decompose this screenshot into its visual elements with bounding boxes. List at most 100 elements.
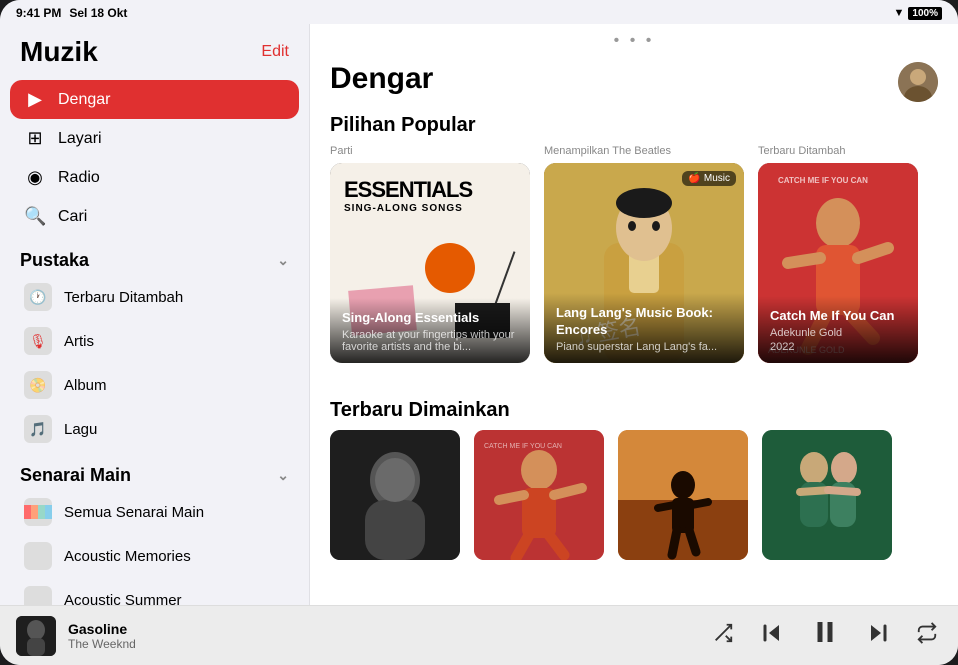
catch-overlay: Catch Me If You Can Adekunle Gold 2022: [758, 296, 918, 363]
essentials-card-wrapper: Parti ESSENTIALS SING-ALONG SONGS: [330, 145, 530, 363]
sidebar-header: Muzik Edit: [0, 36, 309, 80]
sidebar-title: Muzik: [20, 36, 98, 68]
search-icon: 🔍: [24, 206, 46, 227]
catch-year: 2022: [770, 341, 906, 353]
repeat-button[interactable]: [912, 618, 942, 654]
note-icon: 🎵: [24, 415, 52, 443]
recent-card-gasoline[interactable]: [330, 430, 460, 560]
sidebar-label-terbaru: Terbaru Ditambah: [64, 289, 183, 306]
play-pause-button[interactable]: [806, 613, 844, 658]
recent-card-catch2[interactable]: CATCH ME IF YOU CAN: [474, 430, 604, 560]
sidebar-item-cari[interactable]: 🔍 Cari: [10, 197, 299, 236]
acoustic-memories-thumb: [24, 542, 52, 570]
now-playing-bar: Gasoline The Weeknd: [0, 605, 958, 665]
forward-button[interactable]: [862, 617, 894, 655]
essentials-line2: SING-ALONG SONGS: [344, 203, 472, 214]
recent-cards: CATCH ME IF YOU CAN: [330, 430, 938, 560]
senarai-chevron[interactable]: ⌄: [277, 467, 289, 484]
popular-section-title: Pilihan Popular: [310, 114, 958, 145]
sidebar-label-acoustic-summer: Acoustic Summer: [64, 592, 182, 606]
lang-title: Lang Lang's Music Book: Encores: [556, 305, 732, 339]
sidebar-label-acoustic-memories-text: Acoustic Memories: [64, 548, 191, 565]
content-header: Dengar: [310, 54, 958, 114]
lang-card-wrapper: Menampilkan The Beatles: [544, 145, 744, 363]
now-playing-artist: The Weeknd: [68, 637, 696, 651]
recent-card-embrace[interactable]: [762, 430, 892, 560]
wifi-icon: ▼: [894, 7, 905, 19]
sidebar-item-acoustic-summer[interactable]: Acoustic Summer: [10, 578, 299, 605]
sidebar-item-dengar[interactable]: ▶ Dengar: [10, 80, 299, 119]
drag-handle: • • •: [310, 24, 958, 54]
lang-overlay: Lang Lang's Music Book: Encores Piano su…: [544, 293, 744, 363]
radio-icon: ◉: [24, 167, 46, 188]
rewind-button[interactable]: [756, 617, 788, 655]
lang-subtitle: Piano superstar Lang Lang's fa...: [556, 341, 732, 353]
sidebar-label-artis: Artis: [64, 333, 94, 350]
user-avatar[interactable]: [898, 62, 938, 102]
catch-sublabel: Terbaru Ditambah: [758, 145, 918, 157]
essentials-overlay: Sing-Along Essentials Karaoke at your fi…: [330, 298, 530, 363]
page-title: Dengar: [330, 62, 433, 96]
sidebar-item-terbaru[interactable]: 🕐 Terbaru Ditambah: [10, 275, 299, 319]
pustaka-label: Pustaka: [20, 250, 89, 271]
catch-artist: Adekunle Gold: [770, 327, 906, 339]
gasoline-svg: [330, 430, 460, 560]
album-icon: 📀: [24, 371, 52, 399]
essentials-card[interactable]: ESSENTIALS SING-ALONG SONGS: [330, 163, 530, 363]
sidebar-label-semua: Semua Senarai Main: [64, 504, 204, 521]
senarai-label: Senarai Main: [20, 465, 131, 486]
apple-music-label: Music: [704, 173, 730, 184]
play-icon: ▶: [24, 89, 46, 110]
sidebar-label-lagu: Lagu: [64, 421, 97, 438]
embrace-svg: [762, 430, 892, 560]
main-layout: Muzik Edit ▶ Dengar ⊞ Layari ◉ Radio: [0, 24, 958, 605]
gasoline-thumb: [330, 430, 460, 560]
lang-sublabel: Menampilkan The Beatles: [544, 145, 744, 157]
grid-icon: ⊞: [24, 128, 46, 149]
sidebar-item-artis[interactable]: 🎙 Artis: [10, 319, 299, 363]
sidebar-item-radio[interactable]: ◉ Radio: [10, 158, 299, 197]
catch2-svg: CATCH ME IF YOU CAN: [474, 430, 604, 560]
catch-card[interactable]: CATCH ME IF YOU CAN ADEKUNLE GOLD Catch …: [758, 163, 918, 363]
battery-indicator: 100%: [908, 7, 942, 20]
desert-thumb: [618, 430, 748, 560]
status-bar-left: 9:41 PM Sel 18 Okt: [16, 6, 127, 20]
sidebar-label-radio: Radio: [58, 169, 100, 187]
essentials-title: Sing-Along Essentials: [342, 310, 518, 327]
app-frame: 9:41 PM Sel 18 Okt ▼ 100% Muzik Edit ▶ D…: [0, 0, 958, 665]
lang-card[interactable]: ♫ 签名 🍎 Music Lang Lang's Music Book: Enc…: [544, 163, 744, 363]
edit-button[interactable]: Edit: [261, 43, 289, 61]
sidebar-item-semua-senarai[interactable]: Semua Senarai Main: [10, 490, 299, 534]
sidebar-item-album[interactable]: 📀 Album: [10, 363, 299, 407]
sidebar-label-layari: Layari: [58, 130, 102, 148]
acoustic-summer-thumb: [24, 586, 52, 605]
catch-title: Catch Me If You Can: [770, 308, 906, 325]
now-playing-info: Gasoline The Weeknd: [68, 621, 696, 651]
senarai-section-header: Senarai Main ⌄: [0, 451, 309, 490]
status-bar-right: ▼ 100%: [894, 7, 942, 20]
drag-dots: • • •: [614, 32, 655, 50]
shuffle-button[interactable]: [708, 618, 738, 654]
status-time: 9:41 PM: [16, 6, 61, 20]
catch2-thumb: CATCH ME IF YOU CAN: [474, 430, 604, 560]
pustaka-chevron[interactable]: ⌄: [277, 252, 289, 269]
sidebar-item-layari[interactable]: ⊞ Layari: [10, 119, 299, 158]
popular-section: Parti ESSENTIALS SING-ALONG SONGS: [310, 145, 958, 363]
svg-text:CATCH ME IF YOU CAN: CATCH ME IF YOU CAN: [778, 176, 868, 185]
sidebar-item-acoustic-memories[interactable]: Terbaru Dimainkan Acoustic Memories: [10, 534, 299, 578]
mic-icon: 🎙: [24, 327, 52, 355]
desert-svg: [618, 430, 748, 560]
playlist-grid-thumb: [24, 498, 52, 526]
sidebar-label-cari: Cari: [58, 208, 87, 226]
popular-cards: Parti ESSENTIALS SING-ALONG SONGS: [330, 145, 938, 363]
catch-card-wrapper: Terbaru Ditambah: [758, 145, 918, 363]
now-playing-thumb-svg: [16, 616, 56, 656]
apple-music-badge: 🍎 Music: [682, 171, 736, 186]
recent-card-desert[interactable]: [618, 430, 748, 560]
sidebar-nav: ▶ Dengar ⊞ Layari ◉ Radio 🔍 Cari: [0, 80, 309, 236]
recent-section: CATCH ME IF YOU CAN: [310, 430, 958, 560]
essentials-subtitle: Karaoke at your fingertips with your fav…: [342, 329, 518, 353]
sidebar-label-album: Album: [64, 377, 107, 394]
sidebar-item-lagu[interactable]: 🎵 Lagu: [10, 407, 299, 451]
status-date: Sel 18 Okt: [69, 6, 127, 20]
